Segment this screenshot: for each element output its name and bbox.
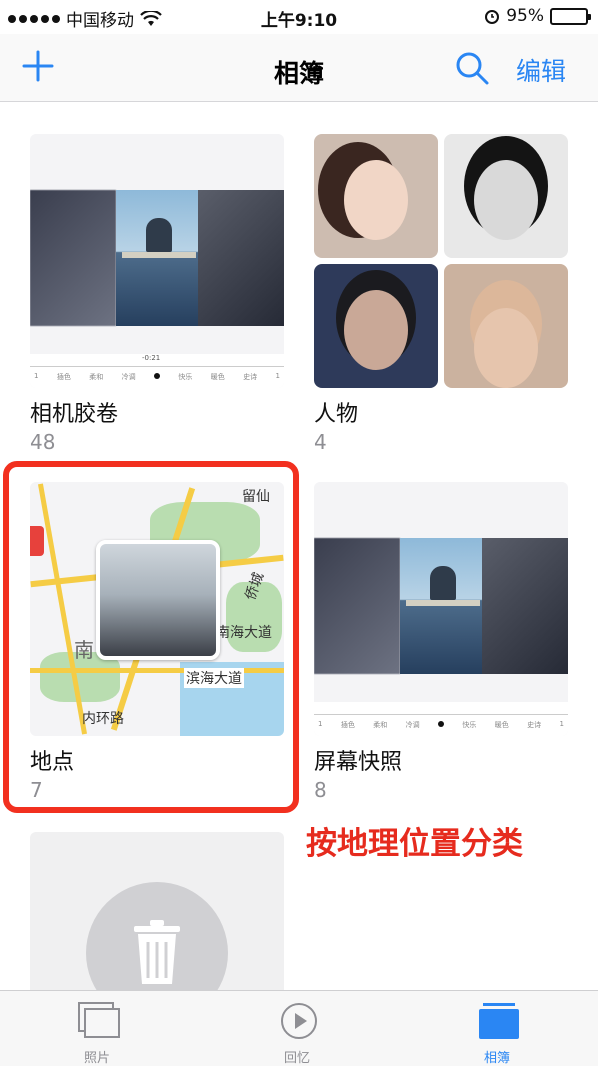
photos-icon [78, 1002, 120, 1038]
tab-bar: 照片 回忆 相簿 [0, 990, 598, 1066]
battery-percent: 95% [506, 6, 544, 26]
person-photo [444, 134, 568, 258]
album-camera-roll[interactable]: -0:21 1 插色 柔和 冷调 快乐 暖色 史诗 1 相机胶卷 48 [30, 134, 284, 454]
navigation-bar: 相簿 编辑 [0, 34, 598, 102]
memories-icon [281, 1003, 317, 1039]
filter-strip: -0:21 1 插色 柔和 冷调 快乐 暖色 史诗 1 [30, 354, 284, 388]
page-title: 相簿 [273, 59, 324, 88]
berlin-cathedral-photo [400, 538, 484, 674]
battery-icon [550, 7, 591, 25]
album-count: 4 [314, 430, 327, 454]
tab-photos[interactable]: 照片 [32, 991, 162, 1066]
berlin-cathedral-photo [116, 190, 200, 326]
album-count: 8 [314, 778, 327, 802]
tab-memories[interactable]: 回忆 [232, 991, 362, 1066]
tab-albums[interactable]: 相簿 [432, 991, 562, 1066]
person-photo [314, 134, 438, 258]
album-name: 相机胶卷 [30, 402, 119, 427]
person-photo [444, 264, 568, 388]
search-icon[interactable] [452, 48, 492, 88]
album-name: 人物 [314, 402, 359, 427]
tab-label: 回忆 [283, 1051, 310, 1066]
filter-strip: 1 插色 柔和 冷调 快乐 暖色 史诗 1 [314, 702, 568, 736]
album-recently-deleted[interactable] [30, 832, 284, 992]
tab-label: 相簿 [483, 1051, 510, 1066]
person-photo [314, 264, 438, 388]
album-thumbnail [314, 134, 568, 388]
alarm-icon [485, 10, 500, 24]
status-right: 95% [484, 6, 591, 26]
albums-icon [479, 1003, 519, 1039]
album-people[interactable]: 人物 4 [314, 134, 568, 454]
annotation-label: 按地理位置分类 [306, 826, 523, 862]
trash-icon [134, 920, 180, 984]
album-thumbnail: 1 插色 柔和 冷调 快乐 暖色 史诗 1 [314, 482, 568, 736]
album-name: 屏幕快照 [314, 750, 403, 775]
edit-button[interactable]: 编辑 [516, 52, 566, 88]
annotation-highlight-box [3, 461, 299, 813]
status-bar: 中国移动 上午9:10 95% [0, 0, 598, 34]
album-count: 48 [30, 430, 56, 454]
tab-label: 照片 [83, 1051, 110, 1066]
album-thumbnail: -0:21 1 插色 柔和 冷调 快乐 暖色 史诗 1 [30, 134, 284, 388]
album-screenshots[interactable]: 1 插色 柔和 冷调 快乐 暖色 史诗 1 屏幕快照 8 [314, 482, 568, 802]
